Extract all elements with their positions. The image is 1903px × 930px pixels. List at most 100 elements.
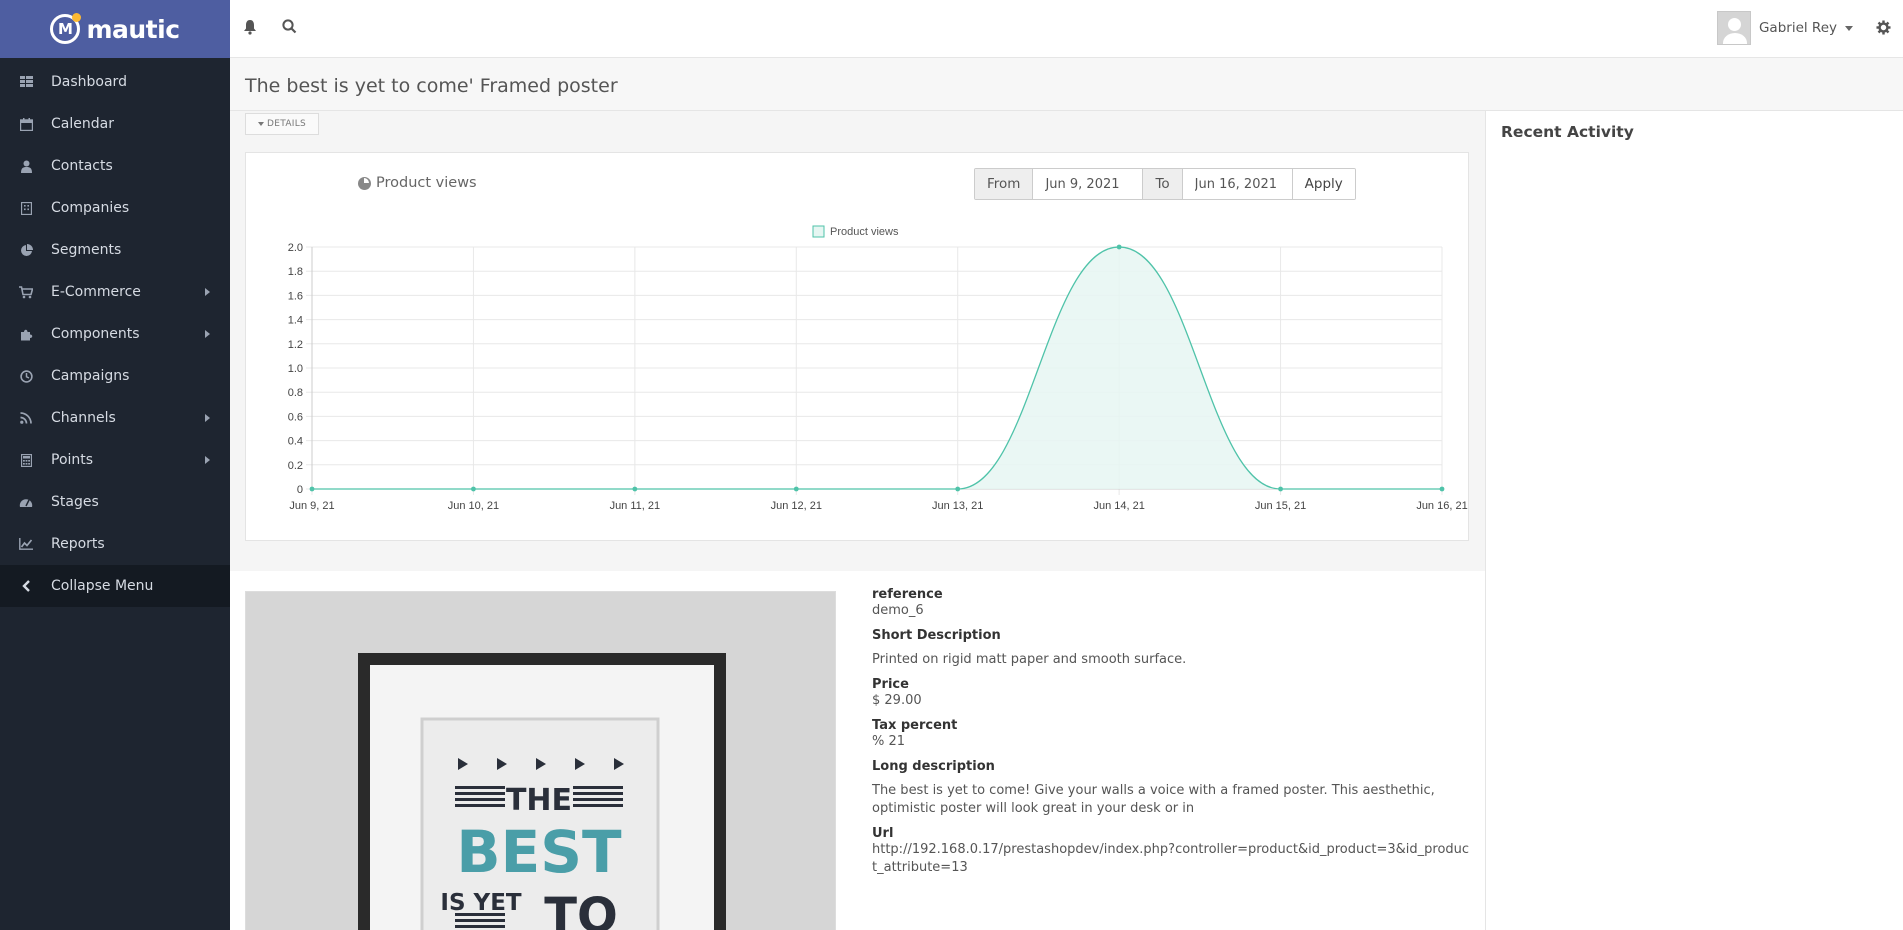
- tax-percent-label: Tax percent: [872, 718, 958, 733]
- top-bar: Gabriel Rey: [230, 0, 1903, 58]
- from-date-input[interactable]: [1033, 169, 1144, 199]
- bell-icon[interactable]: [243, 19, 257, 39]
- sidebar-item-campaigns[interactable]: Campaigns: [0, 355, 230, 397]
- date-range-filter: From To Apply: [974, 168, 1356, 200]
- chart-title-text: Product views: [376, 175, 477, 191]
- url-value: http://192.168.0.17/prestashopdev/index.…: [872, 842, 1470, 875]
- y-tick-label: 1.4: [288, 315, 303, 327]
- sidebar-item-channels[interactable]: Channels: [0, 397, 230, 439]
- x-tick-label: Jun 13, 21: [932, 500, 983, 512]
- sidebar-item-e-commerce[interactable]: E-Commerce: [0, 271, 230, 313]
- price-value: $ 29.00: [872, 693, 922, 708]
- price-label: Price: [872, 677, 909, 692]
- sidebar-item-contacts[interactable]: Contacts: [0, 145, 230, 187]
- page-header: The best is yet to come' Framed poster: [230, 58, 1903, 111]
- apply-button[interactable]: Apply: [1292, 169, 1355, 199]
- tachometer-icon: [19, 495, 33, 509]
- poster-text-best: BEST: [456, 818, 622, 886]
- sidebar-item-label: Stages: [51, 494, 99, 510]
- details-toggle-button[interactable]: DETAILS: [245, 113, 320, 135]
- recent-activity-title: Recent Activity: [1501, 123, 1634, 141]
- caret-right-icon: [205, 414, 210, 422]
- product-details: reference demo_6 Short Description Print…: [872, 587, 1472, 885]
- x-tick-label: Jun 15, 21: [1255, 500, 1306, 512]
- x-tick-label: Jun 16, 21: [1416, 500, 1467, 512]
- line-chart-icon: [19, 537, 33, 551]
- y-tick-label: 2.0: [288, 242, 303, 254]
- url-label: Url: [872, 826, 894, 841]
- sidebar-item-dashboard[interactable]: Dashboard: [0, 61, 230, 103]
- sidebar-item-label: Segments: [51, 242, 122, 258]
- data-point: [632, 486, 638, 492]
- brand-logo[interactable]: M mautic: [0, 0, 230, 58]
- sidebar-item-components[interactable]: Components: [0, 313, 230, 355]
- x-tick-label: Jun 11, 21: [610, 500, 661, 512]
- main-content: DETAILS Product views 0 0.2 0.4 0.6 0.8 1.0 1.2…: [230, 111, 1485, 930]
- data-point: [1278, 486, 1283, 492]
- y-tick-label: 0.4: [288, 436, 303, 448]
- sidebar-item-segments[interactable]: Segments: [0, 229, 230, 271]
- y-tick-label: 1.6: [288, 290, 303, 302]
- poster-text-to: TO: [544, 888, 618, 930]
- short-description-value: Printed on rigid matt paper and smooth s…: [872, 652, 1187, 667]
- y-tick-label: 0.6: [288, 411, 303, 423]
- mautic-logo-icon: M: [50, 13, 82, 44]
- sidebar-item-label: Contacts: [51, 158, 113, 174]
- search-icon[interactable]: [282, 19, 297, 38]
- legend-label: Product views: [830, 226, 899, 238]
- data-point: [793, 486, 799, 492]
- y-tick-label: 1.8: [288, 266, 303, 278]
- sidebar-item-label: Calendar: [51, 116, 114, 132]
- to-date-input[interactable]: [1182, 169, 1293, 199]
- poster-text-the: THE: [506, 783, 572, 818]
- caret-right-icon: [205, 330, 210, 338]
- sidebar-item-label: Points: [51, 452, 94, 468]
- clock-icon: [19, 369, 33, 383]
- details-label: DETAILS: [267, 119, 307, 129]
- product-views-chart: Product views 0 0.2 0.4 0.6 0.8 1.0 1.2 1.4 1.6 1.…: [288, 225, 1468, 512]
- sidebar-item-label: Companies: [51, 200, 130, 216]
- calculator-icon: [19, 453, 33, 467]
- recent-activity-panel: Recent Activity: [1485, 111, 1903, 930]
- sidebar-item-label: Campaigns: [51, 368, 130, 384]
- avatar: [1716, 11, 1751, 45]
- pie-chart-icon: [19, 243, 33, 257]
- collapse-menu-label: Collapse Menu: [51, 578, 154, 594]
- chart-title: Product views: [358, 175, 477, 191]
- user-menu[interactable]: Gabriel Rey: [1716, 11, 1853, 45]
- sidebar-item-stages[interactable]: Stages: [0, 481, 230, 523]
- x-tick-label: Jun 14, 21: [1093, 500, 1144, 512]
- dashboard-icon: [19, 75, 33, 89]
- sidebar-item-label: Channels: [51, 410, 116, 426]
- y-tick-label: 0.8: [288, 387, 303, 399]
- sidebar-item-points[interactable]: Points: [0, 439, 230, 481]
- y-tick-label: 0.2: [288, 460, 303, 472]
- data-point: [1116, 244, 1122, 250]
- user-name: Gabriel Rey: [1758, 20, 1837, 36]
- building-icon: [19, 201, 33, 215]
- sidebar-item-label: Reports: [51, 536, 105, 552]
- sidebar-item-companies[interactable]: Companies: [0, 187, 230, 229]
- y-tick-label: 1.2: [288, 339, 303, 351]
- chevron-left-icon: [19, 579, 33, 593]
- brand-name: mautic: [86, 14, 180, 44]
- collapse-menu-button[interactable]: Collapse Menu: [0, 565, 230, 607]
- cart-icon: [19, 285, 33, 299]
- product-image: THE BEST IS YET TO: [245, 591, 836, 930]
- data-point: [1439, 486, 1445, 492]
- sidebar-item-label: Components: [51, 326, 140, 342]
- page-title: The best is yet to come' Framed poster: [245, 75, 618, 97]
- data-point: [955, 486, 961, 492]
- gear-icon[interactable]: [1876, 20, 1891, 39]
- user-icon: [19, 159, 33, 173]
- product-views-chart-panel: Product views 0 0.2 0.4 0.6 0.8 1.0 1.2 1.4 1.6 1.…: [245, 152, 1469, 541]
- reference-label: reference: [872, 587, 943, 602]
- poster-text-is-yet: IS YET: [440, 890, 521, 916]
- data-point: [309, 486, 315, 492]
- sidebar-item-label: E-Commerce: [51, 284, 141, 300]
- sidebar-item-calendar[interactable]: Calendar: [0, 103, 230, 145]
- x-tick-label: Jun 9, 21: [289, 500, 334, 512]
- sidebar-item-label: Dashboard: [51, 74, 127, 90]
- caret-right-icon: [205, 288, 210, 296]
- sidebar-item-reports[interactable]: Reports: [0, 523, 230, 565]
